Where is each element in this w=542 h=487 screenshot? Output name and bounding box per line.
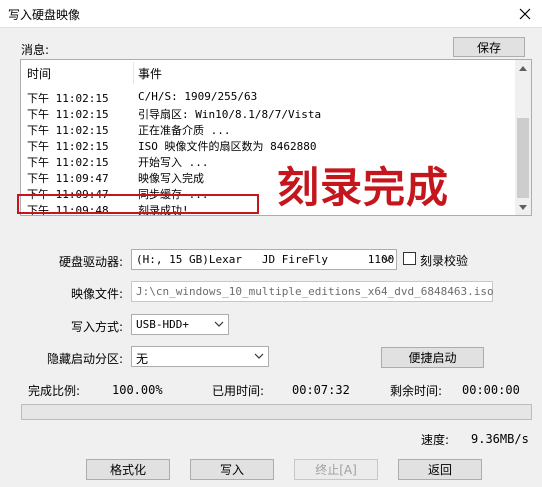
- scroll-down-icon[interactable]: [515, 199, 531, 215]
- elapsed-label: 已用时间:: [212, 384, 265, 398]
- close-icon: [519, 8, 531, 20]
- quick-boot-button[interactable]: 便捷启动: [381, 347, 484, 368]
- success-row-highlight: [17, 194, 259, 214]
- progress-bar: [21, 404, 532, 420]
- log-time: 下午 11:02:15: [27, 124, 109, 137]
- log-event: ISO 映像文件的扇区数为 8462880: [138, 140, 317, 153]
- write-mode-value: USB-HDD+: [136, 318, 189, 331]
- speed-label: 速度:: [421, 433, 450, 447]
- write-button[interactable]: 写入: [190, 459, 274, 480]
- log-row[interactable]: 下午 11:02:15 C/H/S: 1909/255/63: [21, 89, 517, 105]
- complete-label: 完成比例:: [28, 384, 81, 398]
- image-file-label: 映像文件:: [71, 287, 124, 301]
- log-scrollbar[interactable]: [515, 60, 531, 215]
- remaining-label: 剩余时间:: [390, 384, 443, 398]
- message-log[interactable]: 时间 事件 下午 11:02:15 C/H/S: 1909/255/63 下午 11…: [20, 59, 532, 216]
- format-button[interactable]: 格式化: [86, 459, 170, 480]
- messages-label: 消息:: [21, 43, 50, 57]
- title-bar: 写入硬盘映像: [0, 0, 542, 28]
- drive-value: (H:, 15 GB)Lexar JD FireFly 1100: [136, 253, 395, 266]
- chevron-down-icon: [214, 321, 224, 327]
- verify-checkbox[interactable]: [403, 252, 416, 265]
- speed-value: 9.36MB/s: [471, 432, 529, 446]
- hidden-partition-select[interactable]: 无: [131, 346, 269, 367]
- chevron-down-icon: [254, 353, 264, 359]
- log-event: 引导扇区: Win10/8.1/8/7/Vista: [138, 108, 322, 121]
- log-event: 映像写入完成: [138, 172, 204, 185]
- log-time: 下午 11:02:15: [27, 140, 109, 153]
- hidden-partition-label: 隐藏启动分区:: [47, 352, 124, 366]
- remaining-value: 00:00:00: [462, 383, 520, 397]
- drive-select[interactable]: (H:, 15 GB)Lexar JD FireFly 1100: [131, 249, 397, 270]
- verify-label: 刻录校验: [420, 254, 469, 268]
- log-row[interactable]: 下午 11:02:15 引导扇区: Win10/8.1/8/7/Vista: [21, 105, 517, 121]
- image-file-value: J:\cn_windows_10_multiple_editions_x64_d…: [136, 285, 494, 298]
- image-file-field[interactable]: J:\cn_windows_10_multiple_editions_x64_d…: [131, 281, 494, 302]
- complete-value: 100.00%: [112, 383, 163, 397]
- column-event: 事件: [138, 67, 163, 81]
- window-title: 写入硬盘映像: [8, 8, 81, 22]
- log-time: 下午 11:02:15: [27, 92, 109, 105]
- log-header: 时间 事件: [21, 60, 517, 86]
- log-time: 下午 11:09:47: [27, 172, 109, 185]
- write-mode-label: 写入方式:: [71, 320, 124, 334]
- hidden-partition-value: 无: [136, 352, 149, 366]
- close-button[interactable]: [508, 0, 542, 28]
- log-time: 下午 11:02:15: [27, 108, 109, 121]
- column-time: 时间: [27, 67, 52, 81]
- save-button[interactable]: 保存: [453, 37, 525, 57]
- scroll-thumb[interactable]: [517, 118, 529, 198]
- write-mode-select[interactable]: USB-HDD+: [131, 314, 229, 335]
- log-event: C/H/S: 1909/255/63: [138, 90, 258, 103]
- burn-complete-annotation: 刻录完成: [277, 163, 450, 212]
- log-event: 正在准备介质 ...: [138, 124, 231, 137]
- chevron-down-icon: [382, 256, 392, 262]
- back-button[interactable]: 返回: [398, 459, 482, 480]
- log-row[interactable]: 下午 11:02:15 正在准备介质 ...: [21, 121, 517, 137]
- elapsed-value: 00:07:32: [292, 383, 350, 397]
- scroll-up-icon[interactable]: [515, 60, 531, 76]
- log-event: 开始写入 ...: [138, 156, 209, 169]
- log-time: 下午 11:02:15: [27, 156, 109, 169]
- log-row[interactable]: 下午 11:02:15 ISO 映像文件的扇区数为 8462880: [21, 137, 517, 153]
- drive-label: 硬盘驱动器:: [59, 255, 124, 269]
- stop-button[interactable]: 终止[A]: [294, 459, 378, 480]
